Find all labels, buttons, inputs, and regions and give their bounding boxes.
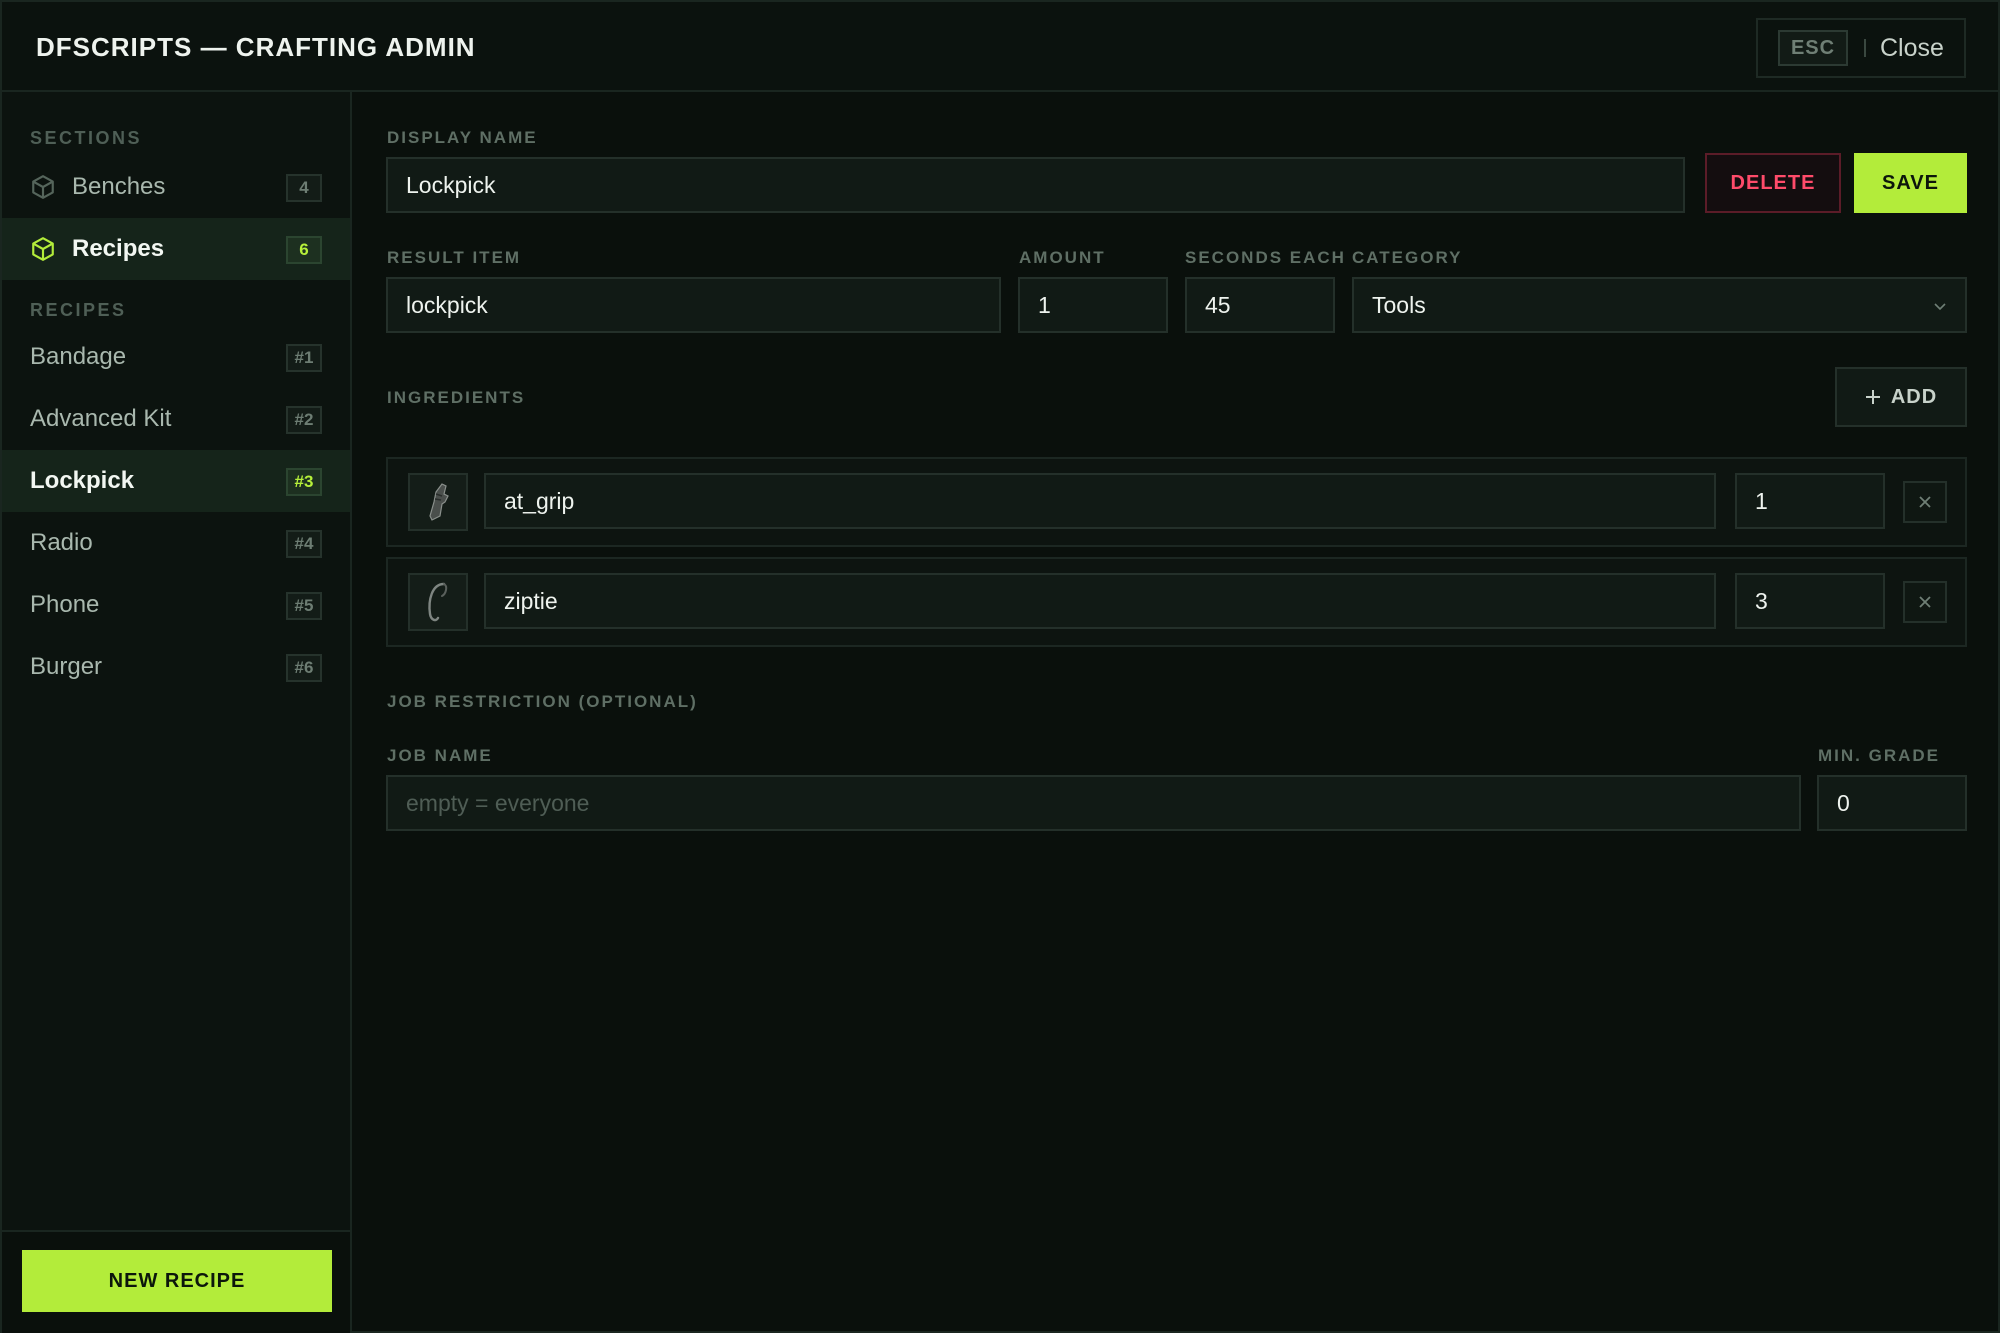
cube-icon bbox=[32, 175, 54, 199]
job-name-label: JOB NAME bbox=[387, 746, 493, 765]
recipe-item-label: Phone bbox=[30, 591, 100, 618]
amount-input[interactable]: 1 bbox=[1018, 277, 1168, 333]
app-title: DFSCRIPTS — CRAFTING ADMIN bbox=[36, 32, 476, 62]
recipe-id-badge: #5 bbox=[286, 592, 322, 620]
seconds-each-input[interactable]: 45 bbox=[1185, 277, 1335, 333]
ingredient-amount-input[interactable]: 1 bbox=[1735, 473, 1885, 529]
recipe-item-label: Advanced Kit bbox=[30, 405, 172, 432]
close-label: Close bbox=[1880, 33, 1944, 62]
job-restriction-label: JOB RESTRICTION (OPTIONAL) bbox=[387, 692, 698, 711]
min-grade-input[interactable]: 0 bbox=[1817, 775, 1967, 831]
display-name-input[interactable]: Lockpick bbox=[386, 157, 1685, 213]
add-ingredient-button[interactable]: ADD bbox=[1835, 367, 1967, 427]
remove-ingredient-button[interactable] bbox=[1903, 581, 1947, 623]
count-badge: 4 bbox=[286, 174, 322, 202]
recipe-item-label: Burger bbox=[30, 653, 103, 680]
recipe-id-badge: #3 bbox=[286, 468, 322, 496]
job-name-input[interactable]: empty = everyone bbox=[386, 775, 1801, 831]
recipe-item-label: Radio bbox=[30, 529, 93, 556]
sidebar-item-recipes[interactable]: Recipes 6 bbox=[2, 218, 350, 280]
close-button[interactable]: ESC Close bbox=[1756, 18, 1966, 78]
recipe-item-burger[interactable]: Burger #6 bbox=[2, 636, 350, 698]
ingredient-item-input[interactable]: at_grip bbox=[484, 473, 1716, 529]
recipe-item-bandage[interactable]: Bandage #1 bbox=[2, 326, 350, 388]
min-grade-label: MIN. GRADE bbox=[1818, 746, 1940, 765]
category-label: CATEGORY bbox=[1352, 248, 1463, 267]
recipe-item-advanced-kit[interactable]: Advanced Kit #2 bbox=[2, 388, 350, 450]
recipes-heading: RECIPES bbox=[30, 300, 127, 320]
close-separator bbox=[1864, 39, 1866, 57]
sidebar-item-benches[interactable]: Benches 4 bbox=[2, 156, 350, 218]
display-name-label: DISPLAY NAME bbox=[387, 128, 538, 147]
category-select[interactable]: Tools bbox=[1352, 277, 1967, 333]
remove-ingredient-button[interactable] bbox=[1903, 481, 1947, 523]
sidebar-item-label: Benches bbox=[72, 173, 166, 200]
close-icon bbox=[1919, 596, 1931, 608]
plus-icon bbox=[1865, 390, 1880, 404]
header-bar: DFSCRIPTS — CRAFTING ADMIN ESC Close bbox=[2, 2, 1998, 92]
chevron-down-icon bbox=[1934, 303, 1946, 311]
ziptie-icon bbox=[408, 573, 468, 631]
sidebar-item-label: Recipes bbox=[72, 235, 165, 262]
add-label: ADD bbox=[1890, 385, 1938, 408]
new-recipe-button[interactable]: NEW RECIPE bbox=[22, 1250, 332, 1312]
recipe-id-badge: #2 bbox=[286, 406, 322, 434]
seconds-each-label: SECONDS EACH bbox=[1185, 248, 1346, 267]
recipe-item-lockpick[interactable]: Lockpick #3 bbox=[2, 450, 350, 512]
cube-icon bbox=[32, 237, 54, 261]
grip-icon bbox=[408, 473, 468, 531]
recipe-id-badge: #4 bbox=[286, 530, 322, 558]
save-button[interactable]: SAVE bbox=[1854, 153, 1967, 213]
recipe-item-label: Bandage bbox=[30, 343, 127, 370]
ingredient-row: ziptie 3 bbox=[386, 557, 1967, 647]
crafting-admin-window: DFSCRIPTS — CRAFTING ADMIN ESC Close SEC… bbox=[0, 0, 2000, 1333]
recipe-item-label: Lockpick bbox=[30, 467, 135, 494]
ingredient-item-input[interactable]: ziptie bbox=[484, 573, 1716, 629]
amount-label: AMOUNT bbox=[1019, 248, 1106, 267]
ingredient-row: at_grip 1 bbox=[386, 457, 1967, 547]
recipe-id-badge: #1 bbox=[286, 344, 322, 372]
recipe-id-badge: #6 bbox=[286, 654, 322, 682]
result-item-input[interactable]: lockpick bbox=[386, 277, 1001, 333]
sections-heading: SECTIONS bbox=[30, 128, 143, 148]
category-value: Tools bbox=[1372, 291, 1426, 318]
delete-button[interactable]: DELETE bbox=[1705, 153, 1841, 213]
result-item-label: RESULT ITEM bbox=[387, 248, 522, 267]
ingredients-label: INGREDIENTS bbox=[387, 388, 526, 407]
close-icon bbox=[1919, 496, 1931, 508]
recipe-item-phone[interactable]: Phone #5 bbox=[2, 574, 350, 636]
count-badge: 6 bbox=[286, 236, 322, 264]
esc-key-hint: ESC bbox=[1778, 30, 1848, 66]
sidebar: SECTIONS Benches 4 Recipes 6 RECIPES Ban… bbox=[2, 92, 352, 1333]
ingredient-amount-input[interactable]: 3 bbox=[1735, 573, 1885, 629]
recipe-item-radio[interactable]: Radio #4 bbox=[2, 512, 350, 574]
